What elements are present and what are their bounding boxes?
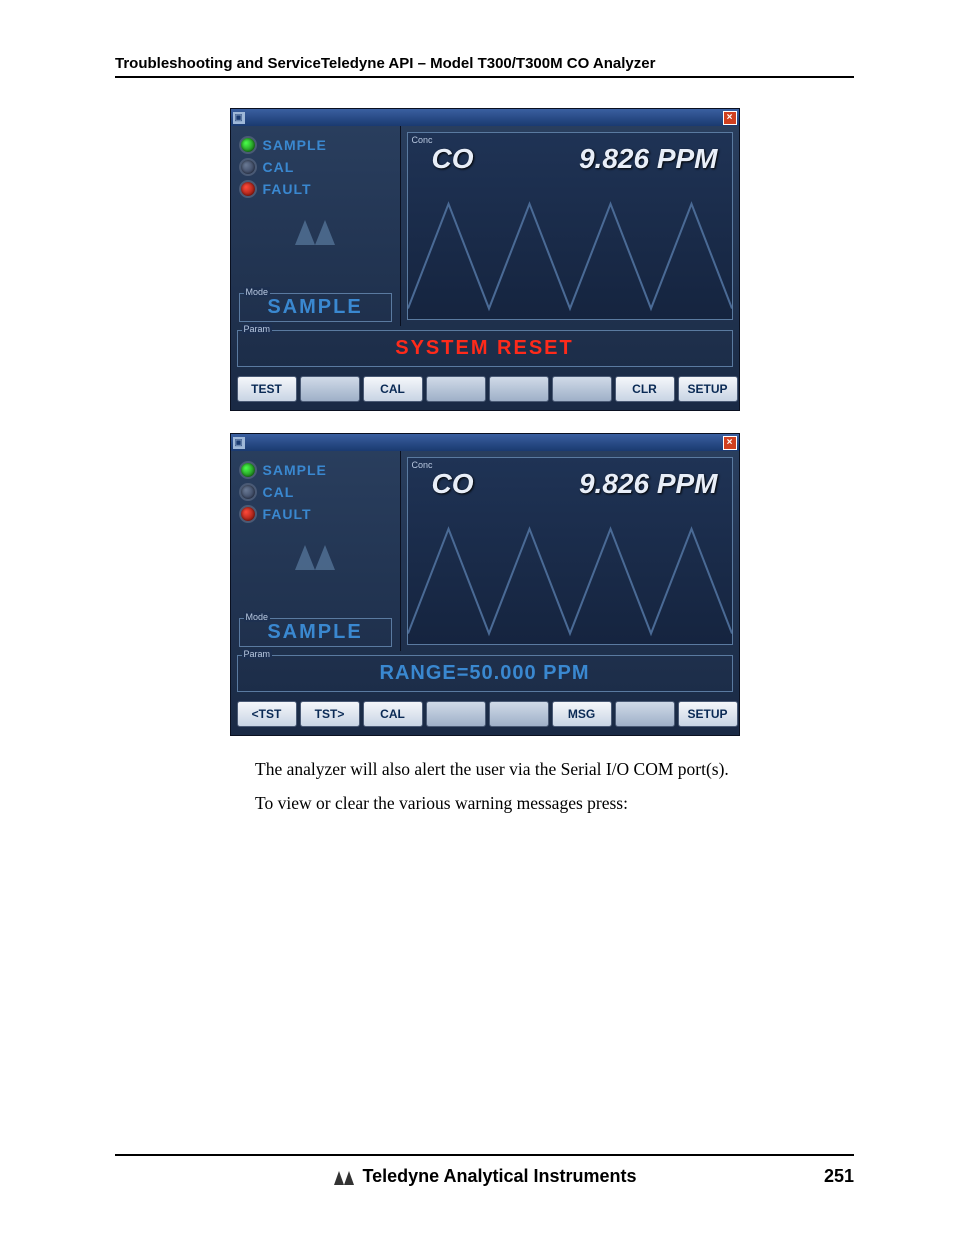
setup-button[interactable]: SETUP bbox=[678, 701, 738, 727]
page-header: Troubleshooting and ServiceTeledyne API … bbox=[115, 55, 854, 78]
led-cal-icon bbox=[239, 483, 257, 501]
blank-button[interactable] bbox=[426, 701, 486, 727]
blank-button[interactable] bbox=[426, 376, 486, 402]
status-label: CAL bbox=[263, 159, 295, 175]
button-row: TEST CAL CLR SETUP bbox=[231, 371, 739, 410]
status-label: SAMPLE bbox=[263, 137, 327, 153]
prev-tst-button[interactable]: <TST bbox=[237, 701, 297, 727]
mode-box: Mode SAMPLE bbox=[239, 293, 392, 322]
titlebar: ▣ × bbox=[231, 434, 739, 451]
concentration-reading: 9.826 PPM bbox=[579, 143, 718, 175]
window-icon: ▣ bbox=[233, 112, 245, 124]
status-fault: FAULT bbox=[239, 505, 392, 523]
status-label: CAL bbox=[263, 484, 295, 500]
teledyne-logo-icon bbox=[290, 535, 340, 575]
param-label: Param bbox=[242, 649, 273, 659]
window-icon: ▣ bbox=[233, 437, 245, 449]
param-value: SYSTEM RESET bbox=[244, 337, 726, 360]
led-cal-icon bbox=[239, 158, 257, 176]
mode-label: Mode bbox=[244, 612, 271, 622]
led-sample-icon bbox=[239, 461, 257, 479]
status-panel: SAMPLE CAL FAULT Mode SAM bbox=[231, 451, 401, 651]
status-panel: SAMPLE CAL FAULT Mode SAM bbox=[231, 126, 401, 326]
analyzer-screen-2: ▣ × SAMPLE CAL FAULT bbox=[230, 433, 740, 736]
cal-button[interactable]: CAL bbox=[363, 701, 423, 727]
led-sample-icon bbox=[239, 136, 257, 154]
conc-label: Conc bbox=[412, 135, 433, 145]
status-label: FAULT bbox=[263, 181, 312, 197]
teledyne-footer-logo-icon bbox=[332, 1167, 356, 1187]
analyzer-screen-1: ▣ × SAMPLE CAL FAULT bbox=[230, 108, 740, 411]
status-sample: SAMPLE bbox=[239, 136, 392, 154]
next-tst-button[interactable]: TST> bbox=[300, 701, 360, 727]
concentration-reading: 9.826 PPM bbox=[579, 468, 718, 500]
button-row: <TST TST> CAL MSG SETUP bbox=[231, 696, 739, 735]
body-paragraph-2: To view or clear the various warning mes… bbox=[255, 790, 834, 816]
led-fault-icon bbox=[239, 505, 257, 523]
close-icon[interactable]: × bbox=[723, 436, 737, 450]
blank-button[interactable] bbox=[615, 701, 675, 727]
mode-box: Mode SAMPLE bbox=[239, 618, 392, 647]
setup-button[interactable]: SETUP bbox=[678, 376, 738, 402]
mode-value: SAMPLE bbox=[246, 621, 385, 644]
concentration-display: Conc CO 9.826 PPM bbox=[407, 132, 733, 320]
concentration-display: Conc CO 9.826 PPM bbox=[407, 457, 733, 645]
blank-button[interactable] bbox=[552, 376, 612, 402]
body-paragraph-1: The analyzer will also alert the user vi… bbox=[255, 756, 834, 782]
trend-graph-icon bbox=[408, 508, 732, 644]
gas-name: CO bbox=[432, 143, 474, 175]
cal-button[interactable]: CAL bbox=[363, 376, 423, 402]
test-button[interactable]: TEST bbox=[237, 376, 297, 402]
param-box: Param SYSTEM RESET bbox=[237, 330, 733, 367]
page-number: 251 bbox=[824, 1166, 854, 1187]
status-cal: CAL bbox=[239, 483, 392, 501]
clr-button[interactable]: CLR bbox=[615, 376, 675, 402]
screenshots-container: ▣ × SAMPLE CAL FAULT bbox=[115, 108, 854, 736]
close-icon[interactable]: × bbox=[723, 111, 737, 125]
blank-button[interactable] bbox=[489, 376, 549, 402]
teledyne-logo-icon bbox=[290, 210, 340, 250]
footer-company: Teledyne Analytical Instruments bbox=[362, 1166, 636, 1187]
param-box: Param RANGE=50.000 PPM bbox=[237, 655, 733, 692]
trend-graph-icon bbox=[408, 183, 732, 319]
status-label: FAULT bbox=[263, 506, 312, 522]
status-cal: CAL bbox=[239, 158, 392, 176]
status-fault: FAULT bbox=[239, 180, 392, 198]
titlebar: ▣ × bbox=[231, 109, 739, 126]
blank-button[interactable] bbox=[489, 701, 549, 727]
status-sample: SAMPLE bbox=[239, 461, 392, 479]
page-footer: Teledyne Analytical Instruments 251 bbox=[115, 1154, 854, 1187]
mode-value: SAMPLE bbox=[246, 296, 385, 319]
param-label: Param bbox=[242, 324, 273, 334]
conc-label: Conc bbox=[412, 460, 433, 470]
param-value: RANGE=50.000 PPM bbox=[244, 662, 726, 685]
body-text: The analyzer will also alert the user vi… bbox=[255, 756, 834, 817]
msg-button[interactable]: MSG bbox=[552, 701, 612, 727]
mode-label: Mode bbox=[244, 287, 271, 297]
led-fault-icon bbox=[239, 180, 257, 198]
blank-button[interactable] bbox=[300, 376, 360, 402]
gas-name: CO bbox=[432, 468, 474, 500]
status-label: SAMPLE bbox=[263, 462, 327, 478]
